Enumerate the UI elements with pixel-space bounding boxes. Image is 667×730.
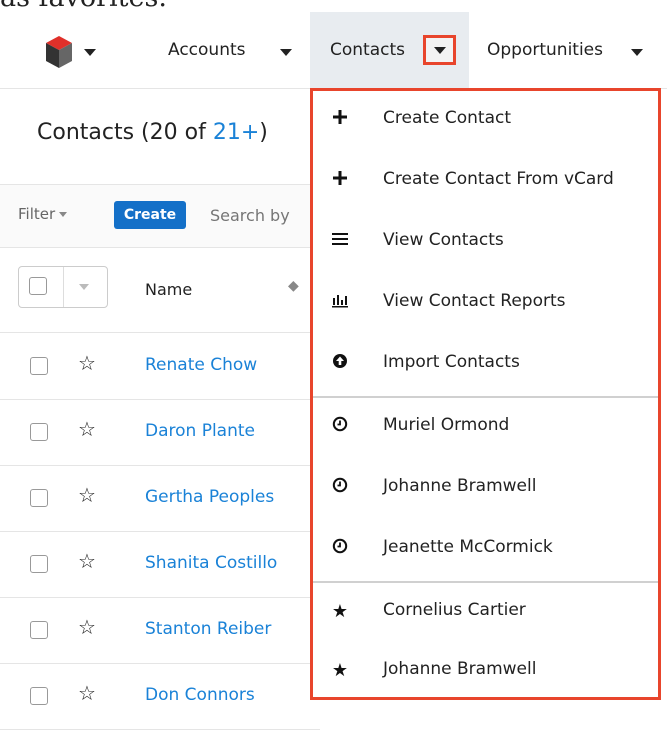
contact-name-link[interactable]: Shanita Costillo — [145, 553, 277, 573]
menu-item-recent-contact[interactable]: Johanne Bramwell — [313, 459, 658, 520]
nav-item-label: Contacts — [330, 40, 405, 60]
plus-icon — [329, 109, 351, 131]
row-checkbox[interactable] — [30, 357, 48, 375]
contact-name-link[interactable]: Don Connors — [145, 685, 255, 705]
clock-icon — [329, 416, 351, 438]
opportunities-caret-icon[interactable] — [631, 49, 643, 56]
menu-item-label: Muriel Ormond — [383, 415, 510, 435]
table-row: ☆ Stanton Reiber — [0, 597, 320, 664]
menu-item-label: Johanne Bramwell — [383, 659, 537, 679]
contact-name-link[interactable]: Renate Chow — [145, 355, 257, 375]
star-outline-icon[interactable]: ☆ — [78, 681, 96, 705]
star-outline-icon[interactable]: ☆ — [78, 615, 96, 639]
menu-item-label: Jeanette McCormick — [383, 537, 553, 557]
menu-item-label: Create Contact — [383, 108, 512, 128]
table-row: ☆ Shanita Costillo — [0, 531, 320, 598]
contact-name-link[interactable]: Stanton Reiber — [145, 619, 271, 639]
menu-item-import-contacts[interactable]: Import Contacts — [313, 335, 658, 396]
accounts-caret-icon[interactable] — [280, 49, 292, 56]
menu-item-recent-contact[interactable]: Jeanette McCormick — [313, 520, 658, 581]
search-input[interactable] — [208, 197, 324, 233]
plus-icon — [329, 170, 351, 192]
divider — [63, 267, 64, 307]
logo-menu-caret-icon[interactable] — [84, 49, 96, 56]
row-checkbox[interactable] — [30, 489, 48, 507]
menu-item-create-from-vcard[interactable]: Create Contact From vCard — [313, 152, 658, 213]
star-outline-icon[interactable]: ☆ — [78, 417, 96, 441]
contacts-dropdown-menu: Create Contact Create Contact From vCard… — [310, 88, 661, 700]
star-icon: ★ — [331, 660, 349, 681]
chevron-down-icon — [59, 212, 68, 217]
menu-item-label: View Contacts — [383, 230, 504, 250]
contacts-menu-toggle-button[interactable] — [423, 35, 456, 65]
caption-fragment: as favorites. — [0, 0, 667, 12]
page-title: Contacts (20 of 21+) — [37, 120, 268, 145]
select-all-group[interactable] — [18, 266, 108, 308]
menu-item-label: Import Contacts — [383, 352, 520, 372]
title-prefix: Contacts (20 of — [37, 120, 213, 145]
clock-icon — [329, 477, 351, 499]
title-suffix: ) — [259, 120, 268, 145]
star-icon: ★ — [331, 601, 349, 622]
table-row: ☆ Don Connors — [0, 663, 320, 730]
bar-chart-icon — [329, 292, 351, 314]
top-navbar: Accounts Contacts Opportunities — [0, 12, 667, 89]
menu-item-label: Create Contact From vCard — [383, 169, 614, 189]
menu-item-favorite-contact[interactable]: ★ Johanne Bramwell — [313, 642, 658, 703]
menu-item-label: Cornelius Cartier — [383, 600, 526, 620]
row-checkbox[interactable] — [30, 555, 48, 573]
menu-item-label: Johanne Bramwell — [383, 476, 537, 496]
star-outline-icon[interactable]: ☆ — [78, 549, 96, 573]
filter-button[interactable]: Filter — [18, 205, 68, 223]
filter-bar: Filter Create — [0, 184, 324, 248]
app-logo-icon[interactable] — [46, 36, 72, 68]
menu-item-favorite-contact[interactable]: ★ Cornelius Cartier — [313, 581, 658, 644]
menu-item-view-contacts[interactable]: View Contacts — [313, 213, 658, 274]
menu-item-label: View Contact Reports — [383, 291, 566, 311]
table-row: ☆ Gertha Peoples — [0, 465, 320, 532]
star-outline-icon[interactable]: ☆ — [78, 351, 96, 375]
nav-item-label: Opportunities — [487, 40, 603, 60]
nav-item-label: Accounts — [168, 40, 246, 60]
contact-name-link[interactable]: Gertha Peoples — [145, 487, 274, 507]
table-row: ☆ Daron Plante — [0, 399, 320, 466]
row-checkbox[interactable] — [30, 687, 48, 705]
menu-item-view-contact-reports[interactable]: View Contact Reports — [313, 274, 658, 335]
clock-icon — [329, 538, 351, 560]
star-outline-icon[interactable]: ☆ — [78, 483, 96, 507]
nav-item-opportunities[interactable]: Opportunities — [487, 12, 603, 88]
select-all-checkbox[interactable] — [29, 277, 47, 295]
table-header: Name ◆ — [0, 248, 320, 333]
upload-icon — [329, 353, 351, 375]
list-icon — [329, 231, 351, 253]
record-count[interactable]: 21+ — [213, 120, 259, 145]
row-checkbox[interactable] — [30, 423, 48, 441]
chevron-down-icon[interactable] — [79, 284, 89, 290]
chevron-down-icon — [434, 47, 446, 54]
sort-icon[interactable]: ◆ — [288, 278, 299, 294]
menu-item-recent-contact[interactable]: Muriel Ormond — [313, 396, 658, 459]
nav-item-accounts[interactable]: Accounts — [168, 12, 246, 88]
filter-label: Filter — [18, 205, 56, 223]
menu-item-create-contact[interactable]: Create Contact — [313, 91, 658, 152]
create-filter-button[interactable]: Create — [114, 201, 186, 229]
row-checkbox[interactable] — [30, 621, 48, 639]
table-row: ☆ Renate Chow — [0, 333, 320, 400]
contact-name-link[interactable]: Daron Plante — [145, 421, 255, 441]
column-header-name[interactable]: Name — [145, 280, 192, 299]
